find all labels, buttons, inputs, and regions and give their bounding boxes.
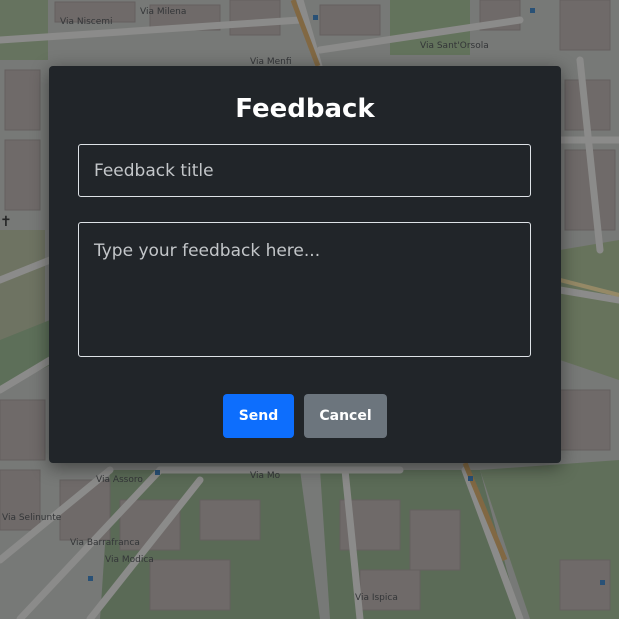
send-button[interactable]: Send <box>223 394 294 438</box>
feedback-body-textarea[interactable] <box>78 222 531 357</box>
modal-title: Feedback <box>235 94 375 124</box>
feedback-title-input[interactable] <box>78 144 531 197</box>
feedback-modal: Feedback Send Cancel <box>49 66 561 463</box>
cancel-button[interactable]: Cancel <box>304 394 387 438</box>
